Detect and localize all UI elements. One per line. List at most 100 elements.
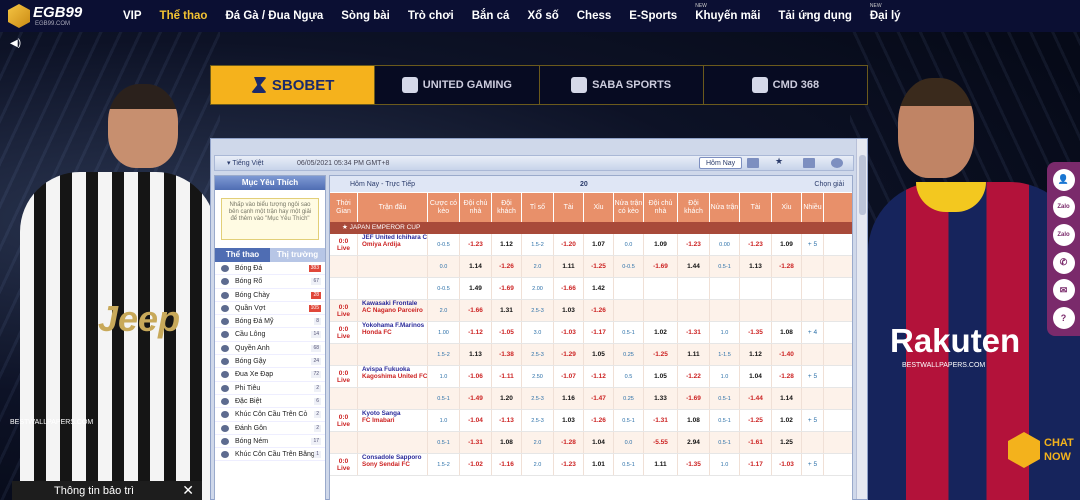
match-teams[interactable]: Kyoto Sanga FC Imabari [358, 410, 428, 431]
odds-cell[interactable]: -1.26 [584, 300, 614, 321]
more-bets-link[interactable]: + 4 [802, 322, 824, 343]
odds-cell[interactable]: 1.08 [772, 322, 802, 343]
odds-cell[interactable]: -1.25 [644, 344, 678, 365]
match-teams[interactable]: Kawasaki Frontale AC Nagano Parceiro [358, 300, 428, 321]
sport-item[interactable]: Cầu Lông 14 [215, 328, 325, 342]
refresh-icon[interactable] [831, 158, 843, 168]
phone-icon[interactable]: ✆ [1052, 251, 1075, 274]
odds-cell[interactable]: 1.08 [492, 432, 522, 453]
odds-cell[interactable]: -1.26 [492, 256, 522, 277]
nav-item[interactable]: Xổ số [527, 10, 558, 22]
language-select[interactable]: ▾ Tiếng Việt [227, 159, 297, 167]
odds-cell[interactable]: -1.25 [584, 256, 614, 277]
odds-cell[interactable]: -1.35 [740, 322, 772, 343]
odds-cell[interactable]: 1.07 [584, 234, 614, 255]
user-icon[interactable]: 👤 [1052, 168, 1075, 191]
odds-cell[interactable]: 1.02 [772, 410, 802, 431]
sport-item[interactable]: Bóng Chày 28 [215, 289, 325, 302]
odds-cell[interactable]: -1.31 [678, 322, 710, 343]
league-select[interactable]: Chọn giải [814, 181, 844, 188]
match-teams[interactable]: Yokohama F.Marinos Honda FC [358, 322, 428, 343]
sport-item[interactable]: Quần Vợt 105 [215, 302, 325, 316]
odds-cell[interactable]: -1.07 [554, 366, 584, 387]
nav-item[interactable]: NEW Khuyến mãi [695, 3, 760, 22]
odds-cell[interactable]: 1.12 [740, 344, 772, 365]
odds-cell[interactable]: -1.49 [460, 388, 492, 409]
nav-item[interactable]: E-Sports [629, 10, 677, 22]
nav-item[interactable]: Bắn cá [472, 10, 510, 22]
odds-cell[interactable]: -1.06 [460, 366, 492, 387]
odds-cell[interactable]: -1.16 [492, 454, 522, 475]
odds-cell[interactable]: 1.03 [554, 410, 584, 431]
sport-item[interactable]: Đánh Gôn 2 [215, 422, 325, 435]
sport-item[interactable]: Bóng Đá Mỹ 8 [215, 315, 325, 329]
odds-cell[interactable]: -1.20 [554, 234, 584, 255]
odds-cell[interactable]: 1.25 [772, 432, 802, 453]
odds-cell[interactable]: -1.69 [644, 256, 678, 277]
settings-icon[interactable] [803, 158, 815, 168]
odds-cell[interactable]: 1.49 [460, 278, 492, 299]
match-teams[interactable]: Consadole Sapporo Sony Sendai FC [358, 454, 428, 475]
odds-cell[interactable]: 1.02 [644, 322, 678, 343]
odds-cell[interactable]: 1.05 [644, 366, 678, 387]
match-teams[interactable] [358, 344, 428, 365]
more-bets-link[interactable]: + 5 [802, 410, 824, 431]
odds-cell[interactable]: -1.66 [460, 300, 492, 321]
odds-cell[interactable]: 1.14 [460, 256, 492, 277]
chat-icon[interactable]: Zalo [1052, 196, 1075, 219]
more-bets-link[interactable]: + 5 [802, 366, 824, 387]
sport-item[interactable]: Bóng Ném 17 [215, 435, 325, 449]
odds-cell[interactable]: -1.44 [740, 388, 772, 409]
odds-cell[interactable]: -1.05 [492, 322, 522, 343]
nav-item[interactable]: Chess [577, 10, 612, 22]
odds-cell[interactable]: -1.69 [678, 388, 710, 409]
odds-cell[interactable]: 1.14 [772, 388, 802, 409]
odds-cell[interactable]: 1.16 [554, 388, 584, 409]
display-icon[interactable] [747, 158, 759, 168]
mail-icon[interactable]: ✉ [1052, 279, 1075, 302]
nav-item[interactable]: NEW Đại lý [870, 3, 901, 22]
odds-cell[interactable]: -1.47 [584, 388, 614, 409]
chat-now-button[interactable]: CHAT NOW [1008, 428, 1078, 472]
odds-cell[interactable]: 1.11 [554, 256, 584, 277]
tab-markets[interactable]: Thị trường [270, 248, 325, 262]
odds-cell[interactable]: -1.02 [460, 454, 492, 475]
odds-cell[interactable]: 1.42 [584, 278, 614, 299]
odds-cell[interactable]: -1.31 [644, 410, 678, 431]
odds-cell[interactable]: 2.94 [678, 432, 710, 453]
odds-cell[interactable]: -1.23 [554, 454, 584, 475]
odds-cell[interactable]: -1.66 [554, 278, 584, 299]
odds-cell[interactable]: 1.12 [492, 234, 522, 255]
provider-tab[interactable]: CMD 368 [704, 66, 867, 104]
odds-cell[interactable]: -1.03 [772, 454, 802, 475]
odds-cell[interactable]: -1.23 [740, 234, 772, 255]
nav-item[interactable]: Trò chơi [408, 10, 454, 22]
nav-item[interactable]: Thể thao [160, 10, 208, 22]
odds-cell[interactable]: 1.44 [678, 256, 710, 277]
odds-cell[interactable]: -1.31 [460, 432, 492, 453]
odds-cell[interactable]: -1.13 [492, 410, 522, 431]
sport-item[interactable]: Khúc Côn Cầu Trên Cỏ 2 [215, 408, 325, 422]
odds-cell[interactable]: -1.28 [554, 432, 584, 453]
maintenance-bar[interactable]: Thông tin bảo trì ✕ [12, 481, 202, 500]
odds-cell[interactable]: 1.33 [644, 388, 678, 409]
odds-cell[interactable]: -1.40 [772, 344, 802, 365]
odds-cell[interactable]: 1.11 [644, 454, 678, 475]
odds-cell[interactable]: 1.01 [584, 454, 614, 475]
scrollbar[interactable] [856, 139, 867, 499]
more-bets-link[interactable]: + 5 [802, 234, 824, 255]
odds-cell[interactable]: 1.31 [492, 300, 522, 321]
match-teams[interactable]: JEF United Ichihara ChibaOmiya Ardija [358, 234, 428, 255]
sport-item[interactable]: Quyền Anh 68 [215, 342, 325, 356]
odds-cell[interactable]: -1.26 [584, 410, 614, 431]
odds-cell[interactable]: -1.17 [740, 454, 772, 475]
odds-cell[interactable]: -1.12 [460, 322, 492, 343]
odds-cell[interactable]: 1.11 [678, 344, 710, 365]
sport-item[interactable]: Bóng Gậy 24 [215, 355, 325, 369]
odds-cell[interactable]: -1.35 [678, 454, 710, 475]
match-teams[interactable] [358, 432, 428, 453]
sport-item[interactable]: Bóng Rổ 67 [215, 275, 325, 289]
odds-cell[interactable]: 1.09 [772, 234, 802, 255]
sport-item[interactable]: Đặc Biệt 6 [215, 395, 325, 409]
odds-cell[interactable]: -1.12 [584, 366, 614, 387]
